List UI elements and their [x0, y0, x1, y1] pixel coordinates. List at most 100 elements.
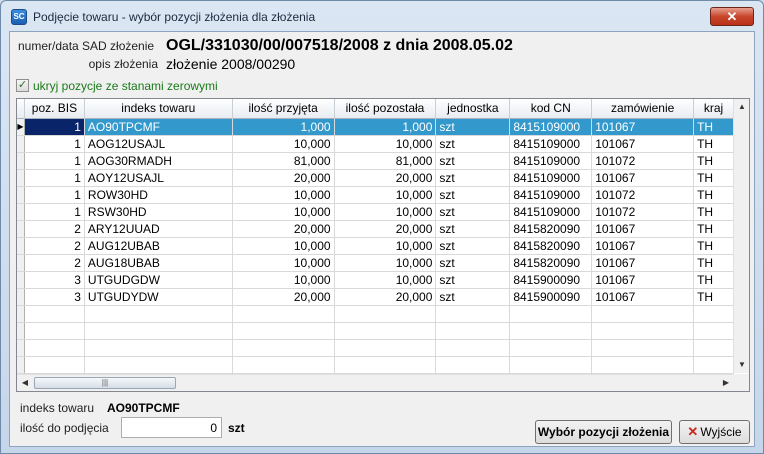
- indeks-label: indeks towaru: [20, 401, 95, 415]
- column-header[interactable]: jednostka: [436, 99, 511, 119]
- row-indicator: [17, 289, 25, 305]
- empty-row: [17, 340, 735, 357]
- table-cell: 20,000: [233, 221, 335, 237]
- table-cell: szt: [436, 272, 511, 288]
- table-cell: [25, 357, 85, 373]
- table-cell: [510, 306, 593, 322]
- table-cell: 8415820090: [510, 255, 593, 271]
- table-cell: 101067: [592, 289, 695, 305]
- scroll-left-icon[interactable]: ◀: [17, 375, 33, 391]
- row-indicator: [17, 153, 25, 169]
- horizontal-scroll-thumb[interactable]: |||: [34, 377, 176, 389]
- table-row[interactable]: 1 AOY12USAJL 20,000 20,000 szt 8415109000 1010…: [17, 170, 735, 187]
- table-cell: 10,000: [335, 187, 437, 203]
- scroll-down-icon[interactable]: ▼: [734, 357, 749, 373]
- qty-unit: szt: [228, 421, 245, 435]
- table-row[interactable]: 3 UTGUDGDW 10,000 10,000 szt 8415900090 101067…: [17, 272, 735, 289]
- table-cell: [335, 306, 437, 322]
- table-cell: TH: [694, 170, 735, 186]
- qty-input[interactable]: [121, 417, 222, 438]
- column-header[interactable]: ilość przyjęta: [233, 99, 335, 119]
- grid-header: poz. BIS indeks towaru ilość przyjęta ilość…: [17, 99, 734, 119]
- table-cell: TH: [694, 136, 735, 152]
- dialog-content: numer/data SAD złożenie OGL/331030/00/00…: [9, 31, 755, 447]
- table-cell: TH: [694, 255, 735, 271]
- table-cell: 10,000: [335, 255, 437, 271]
- horizontal-scrollbar[interactable]: ◀ ||| ▶: [17, 374, 734, 391]
- table-cell: [233, 323, 335, 339]
- hide-zero-label[interactable]: ukryj pozycje ze stanami zerowymi: [33, 79, 218, 93]
- table-cell: [335, 340, 437, 356]
- table-row[interactable]: 1 RSW30HD 10,000 10,000 szt 8415109000 101072 T…: [17, 204, 735, 221]
- row-indicator: [17, 136, 25, 152]
- column-header[interactable]: kraj: [694, 99, 734, 119]
- exit-button[interactable]: ✕ Wyjście: [679, 420, 750, 444]
- dialog-window: SC Podjęcie towaru - wybór pozycji złoże…: [0, 0, 764, 454]
- scroll-up-icon[interactable]: ▲: [734, 99, 749, 115]
- vertical-scrollbar[interactable]: ▲ ▼: [733, 99, 749, 373]
- select-position-button[interactable]: Wybór pozycji złożenia: [535, 420, 672, 444]
- column-header[interactable]: poz. BIS: [25, 99, 85, 119]
- close-button[interactable]: ✕: [710, 7, 754, 26]
- scroll-right-icon[interactable]: ▶: [718, 375, 734, 391]
- row-indicator: [17, 255, 25, 271]
- table-cell: [592, 323, 695, 339]
- table-cell: szt: [436, 238, 511, 254]
- row-indicator: [17, 306, 25, 322]
- table-cell: [335, 323, 437, 339]
- table-cell: [510, 340, 593, 356]
- column-header[interactable]: indeks towaru: [85, 99, 233, 119]
- table-cell: 1,000: [334, 119, 437, 135]
- table-cell: [25, 306, 85, 322]
- empty-row: [17, 306, 735, 323]
- table-cell: 1: [24, 119, 85, 135]
- table-row[interactable]: 2 AUG12UBAB 10,000 10,000 szt 8415820090 10106…: [17, 238, 735, 255]
- table-cell: [510, 323, 593, 339]
- table-row[interactable]: 2 ARY12UUAD 20,000 20,000 szt 8415820090 10106…: [17, 221, 735, 238]
- table-row[interactable]: 2 AUG18UBAB 10,000 10,000 szt 8415820090 10106…: [17, 255, 735, 272]
- row-indicator: [17, 170, 25, 186]
- table-cell: [436, 357, 511, 373]
- table-row[interactable]: ▶ 1 AO90TPCMF 1,000 1,000 szt 8415109000 101067…: [17, 119, 735, 136]
- column-header[interactable]: kod CN: [510, 99, 593, 119]
- column-header[interactable]: ilość pozostała: [335, 99, 437, 119]
- table-cell: [510, 357, 593, 373]
- table-cell: UTGUDYDW: [85, 289, 233, 305]
- table-cell: 8415109000: [510, 170, 593, 186]
- hide-zero-checkbox[interactable]: ✓: [16, 79, 29, 92]
- row-pointer-icon: ▶: [17, 119, 25, 135]
- table-cell: 8415820090: [510, 221, 593, 237]
- table-cell: AUG18UBAB: [85, 255, 233, 271]
- table-cell: 20,000: [233, 170, 335, 186]
- header-indicator: [17, 99, 25, 119]
- table-cell: 8415820090: [510, 238, 593, 254]
- table-cell: [592, 340, 695, 356]
- table-cell: [233, 357, 335, 373]
- table-row[interactable]: 1 ROW30HD 10,000 10,000 szt 8415109000 101072 T…: [17, 187, 735, 204]
- table-cell: [335, 357, 437, 373]
- table-cell: TH: [694, 221, 735, 237]
- table-cell: AOG12USAJL: [85, 136, 233, 152]
- table-cell: 8415109000: [510, 119, 593, 135]
- table-cell: [694, 340, 735, 356]
- scrollbar-corner: [733, 374, 749, 391]
- table-row[interactable]: 1 AOG30RMADH 81,000 81,000 szt 8415109000 1010…: [17, 153, 735, 170]
- table-cell: 1,000: [232, 119, 335, 135]
- table-cell: [85, 340, 233, 356]
- table-cell: szt: [436, 136, 511, 152]
- title-bar[interactable]: SC Podjęcie towaru - wybór pozycji złoże…: [1, 1, 763, 31]
- table-cell: ROW30HD: [85, 187, 233, 203]
- column-header[interactable]: zamówienie: [592, 99, 695, 119]
- table-cell: 81,000: [233, 153, 335, 169]
- items-grid[interactable]: poz. BIS indeks towaru ilość przyjęta ilość…: [16, 98, 750, 392]
- table-cell: AUG12UBAB: [85, 238, 233, 254]
- table-cell: 20,000: [233, 289, 335, 305]
- table-row[interactable]: 1 AOG12USAJL 10,000 10,000 szt 8415109000 1010…: [17, 136, 735, 153]
- table-row[interactable]: 3 UTGUDYDW 20,000 20,000 szt 8415900090 101067…: [17, 289, 735, 306]
- row-indicator: [17, 204, 25, 220]
- table-cell: szt: [436, 187, 511, 203]
- table-cell: [694, 323, 735, 339]
- table-cell: RSW30HD: [85, 204, 233, 220]
- indeks-value: AO90TPCMF: [107, 401, 180, 415]
- table-cell: [25, 340, 85, 356]
